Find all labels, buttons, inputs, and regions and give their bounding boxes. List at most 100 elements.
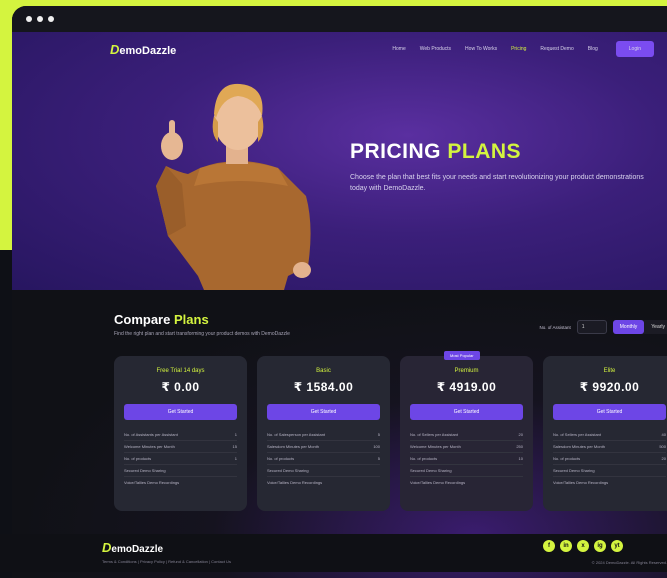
logo-mark: D xyxy=(110,41,120,57)
hero-title: PRICING PLANS xyxy=(350,140,650,164)
get-started-button[interactable]: Get Started xyxy=(553,404,666,420)
feature-label: No. of products xyxy=(553,456,581,461)
hero-title-accent: PLANS xyxy=(447,140,522,163)
toggle-monthly[interactable]: Monthly xyxy=(612,320,645,334)
hero-section: D emoDazzle Home Web Products How To Wor… xyxy=(12,32,667,290)
youtube-icon[interactable]: yt xyxy=(611,540,623,552)
feature-label: No. of Assistants per Assistant xyxy=(124,432,178,437)
top-nav: D emoDazzle Home Web Products How To Wor… xyxy=(12,32,667,66)
site-footer: D emoDazzle Terms & Conditions | Privacy… xyxy=(0,534,667,572)
get-started-button[interactable]: Get Started xyxy=(124,404,237,420)
feature-row: Secured Demo Sharing xyxy=(553,465,666,477)
feature-label: No. of Sellers per Assistant xyxy=(410,432,459,437)
feature-row: No. of products 1 xyxy=(124,453,237,465)
x-icon[interactable]: x xyxy=(577,540,589,552)
plan-price: ₹ 4919.00 xyxy=(436,380,497,394)
social-links: f in x ig yt xyxy=(543,540,623,552)
plan-price: ₹ 1584.00 xyxy=(293,380,354,394)
hero-title-main: PRICING xyxy=(350,140,442,163)
plan-card-free: Free Trial 14 days ₹ 0.00 Get Started No… xyxy=(114,356,247,511)
feature-row: Welcome Minutes per Month 250 xyxy=(410,441,523,453)
plan-price: ₹ 9920.00 xyxy=(579,380,640,394)
plan-card-elite: Elite ₹ 9920.00 Get Started No. of Selle… xyxy=(543,356,667,511)
feature-value: 1 xyxy=(234,456,237,461)
feature-label: No. of products xyxy=(410,456,438,461)
linkedin-icon[interactable]: in xyxy=(560,540,572,552)
facebook-icon[interactable]: f xyxy=(543,540,555,552)
feature-value: 5 xyxy=(377,432,380,437)
feature-value: 100 xyxy=(373,444,380,449)
feature-label: Secured Demo Sharing xyxy=(267,468,309,473)
feature-label: No. of Salesperson per Assistant xyxy=(267,432,326,437)
feature-label: Voice/Tallies Demo Recordings xyxy=(124,480,180,485)
instagram-icon[interactable]: ig xyxy=(594,540,606,552)
window-dot-icon[interactable] xyxy=(37,16,43,22)
plan-card-basic: Basic ₹ 1584.00 Get Started No. of Sales… xyxy=(257,356,390,511)
plan-name: Free Trial 14 days xyxy=(156,368,205,374)
brand-logo[interactable]: D emoDazzle xyxy=(110,42,176,57)
feature-row: No. of Salesperson per Assistant 5 xyxy=(267,429,380,441)
feature-label: Welcome Minutes per Month xyxy=(124,444,175,449)
feature-row: No. of Assistants per Assistant 1 xyxy=(124,429,237,441)
feature-value: 1 xyxy=(234,432,237,437)
feature-list: No. of Assistants per Assistant 1 Welcome… xyxy=(124,429,237,488)
nav-link-home[interactable]: Home xyxy=(392,46,405,52)
nav-link-web-products[interactable]: Web Products xyxy=(420,46,451,52)
compare-subtitle: Find the right plan and start transformi… xyxy=(114,331,290,337)
toggle-yearly[interactable]: Yearly xyxy=(644,320,667,334)
plan-cards: Free Trial 14 days ₹ 0.00 Get Started No… xyxy=(114,351,667,511)
feature-label: Voice/Tallies Demo Recordings xyxy=(553,480,609,485)
feature-value: 20 xyxy=(518,432,523,437)
plan-name: Premium xyxy=(454,368,479,374)
feature-value: 40 xyxy=(661,432,666,437)
billing-toggle: Monthly Yearly xyxy=(612,320,667,334)
feature-row: No. of Sellers per Assistant 20 xyxy=(410,429,523,441)
window-dot-icon[interactable] xyxy=(48,16,54,22)
plan-price: ₹ 0.00 xyxy=(161,380,200,394)
feature-label: Secured Demo Sharing xyxy=(553,468,595,473)
feature-list: No. of Sellers per Assistant 20 Welcome M… xyxy=(410,429,523,488)
assistants-label: No. of Assistant xyxy=(539,324,571,330)
feature-value: 20 xyxy=(661,456,666,461)
logo-text: emoDazzle xyxy=(119,44,177,57)
feature-row: Voice/Tallies Demo Recordings xyxy=(124,477,237,488)
feature-row: No. of products 10 xyxy=(410,453,523,465)
presenter-avatar-illustration xyxy=(156,83,311,290)
feature-label: Welcome Minutes per Month xyxy=(410,444,461,449)
feature-label: No. of products xyxy=(124,456,152,461)
plan-name: Basic xyxy=(316,368,331,374)
nav-link-request-demo[interactable]: Request Demo xyxy=(540,46,573,52)
window-dot-icon[interactable] xyxy=(26,16,32,22)
nav-link-how-it-works[interactable]: How To Works xyxy=(465,46,497,52)
window-titlebar xyxy=(12,6,667,32)
logo-mark: D xyxy=(102,540,112,555)
feature-row: Salesdom Minutes per Month 500 xyxy=(553,441,666,453)
feature-value: 15 xyxy=(232,444,237,449)
feature-value: 250 xyxy=(516,444,523,449)
get-started-button[interactable]: Get Started xyxy=(267,404,380,420)
nav-link-blog[interactable]: Blog xyxy=(588,46,598,52)
feature-label: No. of Sellers per Assistant xyxy=(553,432,602,437)
feature-row: Secured Demo Sharing xyxy=(410,465,523,477)
plan-controls: No. of Assistant 1 Monthly Yearly xyxy=(540,320,667,334)
get-started-button[interactable]: Get Started xyxy=(410,404,523,420)
feature-label: Voice/Tallies Demo Recordings xyxy=(410,480,466,485)
feature-label: No. of products xyxy=(267,456,295,461)
feature-value: 5 xyxy=(377,456,380,461)
footer-links[interactable]: Terms & Conditions | Privacy Policy | Re… xyxy=(102,559,667,564)
feature-list: No. of Salesperson per Assistant 5 Salesd… xyxy=(267,429,380,488)
compare-title-accent: Plans xyxy=(173,312,209,327)
logo-text: emoDazzle xyxy=(111,544,164,555)
feature-label: Voice/Tallies Demo Recordings xyxy=(267,480,323,485)
assistants-stepper[interactable]: 1 xyxy=(576,320,607,334)
feature-row: Secured Demo Sharing xyxy=(267,465,380,477)
feature-row: Voice/Tallies Demo Recordings xyxy=(553,477,666,488)
feature-row: Voice/Tallies Demo Recordings xyxy=(410,477,523,488)
nav-link-pricing[interactable]: Pricing xyxy=(511,46,526,52)
feature-row: Welcome Minutes per Month 15 xyxy=(124,441,237,453)
copyright: © 2024 DemoDazzle. All Rights Reserved. xyxy=(591,560,667,565)
compare-title: Compare Plans xyxy=(114,312,290,327)
feature-row: No. of products 5 xyxy=(267,453,380,465)
login-button[interactable]: Login xyxy=(615,41,654,57)
feature-value: 500 xyxy=(659,444,666,449)
